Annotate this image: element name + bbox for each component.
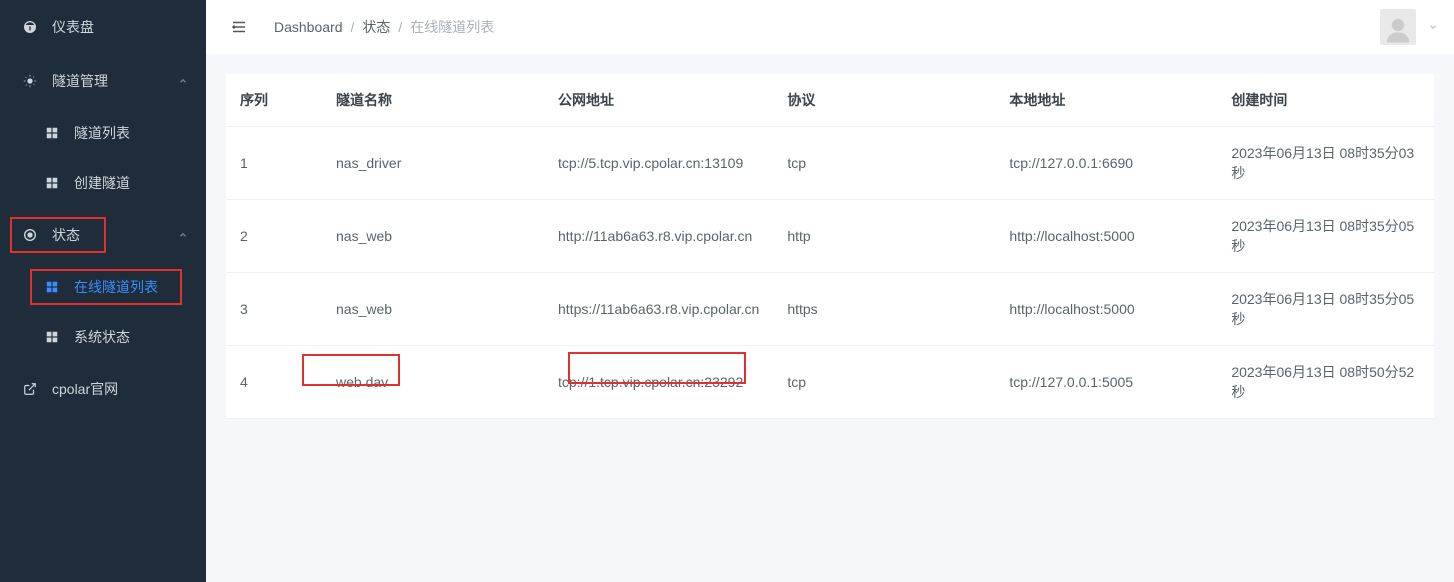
breadcrumb-sep: / xyxy=(351,19,355,35)
sidebar-item-official-site[interactable]: cpolar官网 xyxy=(0,362,206,416)
target-icon xyxy=(22,227,38,243)
table-row: 3 nas_web https://11ab6a63.r8.vip.cpolar… xyxy=(226,273,1434,346)
tunnels-table: 序列 隧道名称 公网地址 协议 本地地址 创建时间 1 nas_driver t… xyxy=(226,74,1434,419)
cell-public: tcp://1.tcp.vip.cpolar.cn:23292 xyxy=(544,346,773,419)
grid-icon xyxy=(44,125,60,141)
cell-protocol: http xyxy=(773,200,995,273)
grid-icon xyxy=(44,329,60,345)
content: 序列 隧道名称 公网地址 协议 本地地址 创建时间 1 nas_driver t… xyxy=(206,54,1454,439)
cell-name: web dav xyxy=(322,346,544,419)
cell-seq: 2 xyxy=(226,200,322,273)
th-public: 公网地址 xyxy=(544,74,773,127)
cell-public: tcp://5.tcp.vip.cpolar.cn:13109 xyxy=(544,127,773,200)
sidebar-label-system-status: 系统状态 xyxy=(74,327,130,347)
sidebar-item-create-tunnel[interactable]: 创建隧道 xyxy=(0,158,206,208)
sidebar-item-status[interactable]: 状态 xyxy=(0,208,206,262)
th-local: 本地地址 xyxy=(995,74,1217,127)
table-header-row: 序列 隧道名称 公网地址 协议 本地地址 创建时间 xyxy=(226,74,1434,127)
table-row: 1 nas_driver tcp://5.tcp.vip.cpolar.cn:1… xyxy=(226,127,1434,200)
sidebar-label-online-tunnels: 在线隧道列表 xyxy=(74,277,158,297)
cell-created: 2023年06月13日 08时35分05秒 xyxy=(1217,200,1434,273)
cell-protocol: https xyxy=(773,273,995,346)
table-row: 2 nas_web http://11ab6a63.r8.vip.cpolar.… xyxy=(226,200,1434,273)
cell-name: nas_web xyxy=(322,273,544,346)
breadcrumb-current: 在线隧道列表 xyxy=(410,17,494,37)
sidebar-item-system-status[interactable]: 系统状态 xyxy=(0,312,206,362)
chevron-up-icon xyxy=(178,230,188,240)
cell-local: tcp://127.0.0.1:5005 xyxy=(995,346,1217,419)
gear-icon xyxy=(22,73,38,89)
external-link-icon xyxy=(22,381,38,397)
cell-seq: 1 xyxy=(226,127,322,200)
cell-local: tcp://127.0.0.1:6690 xyxy=(995,127,1217,200)
cell-created: 2023年06月13日 08时50分52秒 xyxy=(1217,346,1434,419)
cell-local: http://localhost:5000 xyxy=(995,200,1217,273)
dashboard-icon xyxy=(22,19,38,35)
sidebar-item-dashboard[interactable]: 仪表盘 xyxy=(0,0,206,54)
sidebar-label-official-site: cpolar官网 xyxy=(52,379,118,399)
cell-seq: 3 xyxy=(226,273,322,346)
chevron-down-icon[interactable] xyxy=(1428,22,1438,32)
sidebar-item-online-tunnels[interactable]: 在线隧道列表 xyxy=(0,262,206,312)
sidebar-label-create-tunnel: 创建隧道 xyxy=(74,173,130,193)
sidebar: 仪表盘 隧道管理 隧道列表 创建隧道 状态 xyxy=(0,0,206,582)
main-area: Dashboard / 状态 / 在线隧道列表 序列 隧道名称 公网地址 协议 … xyxy=(206,0,1454,582)
breadcrumb-sep: / xyxy=(398,19,402,35)
cell-protocol: tcp xyxy=(773,127,995,200)
sidebar-label-tunnel-mgmt: 隧道管理 xyxy=(52,71,108,91)
cell-public: http://11ab6a63.r8.vip.cpolar.cn xyxy=(544,200,773,273)
cell-local: http://localhost:5000 xyxy=(995,273,1217,346)
cell-created: 2023年06月13日 08时35分05秒 xyxy=(1217,273,1434,346)
sidebar-label-tunnel-list: 隧道列表 xyxy=(74,123,130,143)
cell-name: nas_driver xyxy=(322,127,544,200)
sidebar-label-dashboard: 仪表盘 xyxy=(52,17,94,37)
breadcrumb-dashboard[interactable]: Dashboard xyxy=(274,19,343,35)
th-name: 隧道名称 xyxy=(322,74,544,127)
topbar: Dashboard / 状态 / 在线隧道列表 xyxy=(206,0,1454,54)
cell-created: 2023年06月13日 08时35分03秒 xyxy=(1217,127,1434,200)
sidebar-item-tunnel-list[interactable]: 隧道列表 xyxy=(0,108,206,158)
grid-icon xyxy=(44,279,60,295)
breadcrumb-status[interactable]: 状态 xyxy=(362,17,390,37)
sidebar-item-tunnel-mgmt[interactable]: 隧道管理 xyxy=(0,54,206,108)
cell-public: https://11ab6a63.r8.vip.cpolar.cn xyxy=(544,273,773,346)
sidebar-toggle-icon[interactable] xyxy=(230,18,248,36)
cell-seq: 4 xyxy=(226,346,322,419)
th-protocol: 协议 xyxy=(773,74,995,127)
table-row: 4 web dav tcp://1.tcp.vip.cpolar.cn:2329… xyxy=(226,346,1434,419)
avatar[interactable] xyxy=(1380,9,1416,45)
grid-icon xyxy=(44,175,60,191)
th-created: 创建时间 xyxy=(1217,74,1434,127)
cell-name: nas_web xyxy=(322,200,544,273)
cell-protocol: tcp xyxy=(773,346,995,419)
sidebar-label-status: 状态 xyxy=(52,225,80,245)
th-seq: 序列 xyxy=(226,74,322,127)
chevron-up-icon xyxy=(178,76,188,86)
cell-name-text: web dav xyxy=(336,374,388,390)
cell-public-text: tcp://1.tcp.vip.cpolar.cn:23292 xyxy=(558,374,743,390)
